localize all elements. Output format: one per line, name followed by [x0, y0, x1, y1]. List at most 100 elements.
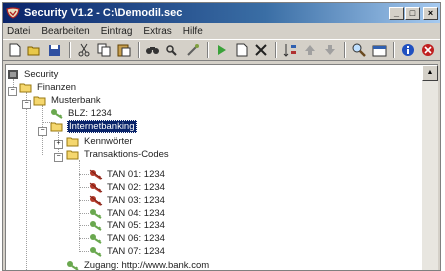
toolbar: [3, 39, 440, 61]
tree-panel: − − − + − Security Finanzen Musterbank B…: [5, 64, 438, 270]
tree-node-tan[interactable]: TAN 07: 1234: [89, 245, 166, 257]
tree-node-tan[interactable]: TAN 02: 1234: [89, 181, 166, 193]
toolbar-separator: [275, 42, 278, 58]
collapse-toggle[interactable]: −: [22, 100, 31, 109]
tree-node-label: TAN 02: 1234: [107, 181, 165, 193]
tree-connector: [79, 225, 89, 226]
app-shield-icon: [6, 7, 20, 19]
menu-datei[interactable]: Datei: [7, 26, 30, 37]
tree-connector: [26, 92, 27, 270]
tree-node-label: TAN 01: 1234: [107, 168, 165, 180]
tree-node-label: Transaktions-Codes: [84, 148, 169, 160]
key-icon: [66, 260, 80, 270]
tree-node-label: Kennwörter: [84, 135, 133, 147]
tree-node-tan[interactable]: TAN 01: 1234: [89, 168, 166, 180]
app-window: Security V1.2 - C:\Demodil.sec _ □ × Dat…: [2, 2, 441, 271]
folder-icon: [66, 136, 80, 147]
tools-icon[interactable]: [185, 42, 201, 58]
expand-toggle[interactable]: +: [54, 140, 63, 149]
tree-node-label: TAN 04: 1234: [107, 207, 165, 219]
tree-node-security[interactable]: Security: [6, 68, 59, 80]
folder-open-icon: [66, 149, 80, 160]
tree-node-label: Musterbank: [51, 94, 101, 106]
scroll-up-button[interactable]: ▲: [422, 65, 438, 81]
window-title: Security V1.2 - C:\Demodil.sec: [24, 7, 183, 19]
find-icon[interactable]: [145, 42, 161, 58]
tree-node-zugang[interactable]: Zugang: http://www.bank.com: [66, 259, 210, 270]
toolbar-separator: [68, 42, 71, 58]
menu-bearbeiten[interactable]: Bearbeiten: [41, 26, 89, 37]
key-icon: [50, 108, 64, 119]
tree-view[interactable]: − − − + − Security Finanzen Musterbank B…: [6, 65, 422, 270]
folder-open-icon: [19, 82, 33, 93]
key-used-icon: [89, 182, 103, 193]
key-used-icon: [89, 195, 103, 206]
vertical-scrollbar[interactable]: ▲: [422, 65, 438, 270]
tree-node-tan[interactable]: TAN 04: 1234: [89, 207, 166, 219]
collapse-toggle[interactable]: −: [38, 127, 47, 136]
tree-node-internetbanking[interactable]: Internetbanking: [50, 119, 137, 133]
tree-node-kennwoerter[interactable]: Kennwörter: [66, 135, 134, 147]
tree-node-blz[interactable]: BLZ: 1234: [50, 107, 113, 119]
tree-node-label: Finanzen: [37, 81, 77, 93]
tree-node-label: TAN 06: 1234: [107, 232, 165, 244]
security-root-icon: [6, 69, 20, 80]
tree-node-transaktions-codes[interactable]: Transaktions-Codes: [66, 148, 170, 160]
key-icon: [89, 208, 103, 219]
maximize-button[interactable]: □: [405, 6, 420, 20]
delete-icon[interactable]: [253, 42, 269, 58]
toolbar-separator: [344, 42, 347, 58]
menu-eintrag[interactable]: Eintrag: [101, 26, 133, 37]
folder-open-icon: [33, 95, 47, 106]
tree-node-label: TAN 03: 1234: [107, 194, 165, 206]
key-icon: [89, 220, 103, 231]
menu-hilfe[interactable]: Hilfe: [183, 26, 203, 37]
tree-node-label: Security: [24, 68, 59, 80]
folder-open-icon: [50, 121, 64, 132]
toolbar-separator: [206, 42, 209, 58]
key-icon: [89, 246, 103, 257]
run-icon[interactable]: [214, 42, 230, 58]
tree-connector: [79, 200, 89, 201]
tree-node-label: TAN 05: 1234: [107, 219, 165, 231]
info-icon[interactable]: [400, 42, 416, 58]
tree-node-tan[interactable]: TAN 03: 1234: [89, 194, 166, 206]
tree-node-musterbank[interactable]: Musterbank: [33, 94, 102, 106]
new-icon[interactable]: [7, 42, 23, 58]
tree-node-label: TAN 07: 1234: [107, 245, 165, 257]
save-icon[interactable]: [47, 42, 63, 58]
down-icon[interactable]: [322, 42, 338, 58]
tree-node-label: BLZ: 1234: [68, 107, 112, 119]
menu-extras[interactable]: Extras: [143, 26, 171, 37]
tree-connector: [79, 213, 89, 214]
search-icon[interactable]: [351, 42, 367, 58]
tree-node-tan[interactable]: TAN 06: 1234: [89, 232, 166, 244]
copy-icon[interactable]: [96, 42, 112, 58]
title-bar[interactable]: Security V1.2 - C:\Demodil.sec _ □ ×: [3, 3, 440, 23]
open-icon[interactable]: [27, 42, 43, 58]
tree-connector: [79, 174, 89, 175]
up-icon[interactable]: [302, 42, 318, 58]
tree-node-label: Zugang: http://www.bank.com: [84, 259, 210, 271]
tree-node-label-selected: Internetbanking: [67, 119, 137, 133]
paste-icon[interactable]: [116, 42, 132, 58]
sort-icon[interactable]: [282, 42, 298, 58]
find-next-icon[interactable]: [165, 42, 181, 58]
tree-node-finanzen[interactable]: Finanzen: [19, 81, 77, 93]
menu-bar: Datei Bearbeiten Eintrag Extras Hilfe: [3, 23, 440, 39]
quit-icon[interactable]: [420, 42, 436, 58]
new-entry-icon[interactable]: [234, 42, 250, 58]
key-used-icon: [89, 169, 103, 180]
properties-icon[interactable]: [371, 42, 387, 58]
toolbar-separator: [393, 42, 396, 58]
toolbar-separator: [137, 42, 140, 58]
minimize-button[interactable]: _: [389, 6, 404, 20]
collapse-toggle[interactable]: −: [8, 87, 17, 96]
close-button[interactable]: ×: [423, 6, 438, 20]
tree-connector: [79, 251, 89, 252]
collapse-toggle[interactable]: −: [54, 153, 63, 162]
key-icon: [89, 233, 103, 244]
tree-node-tan[interactable]: TAN 05: 1234: [89, 219, 166, 231]
tree-connector: [79, 238, 89, 239]
cut-icon[interactable]: [76, 42, 92, 58]
